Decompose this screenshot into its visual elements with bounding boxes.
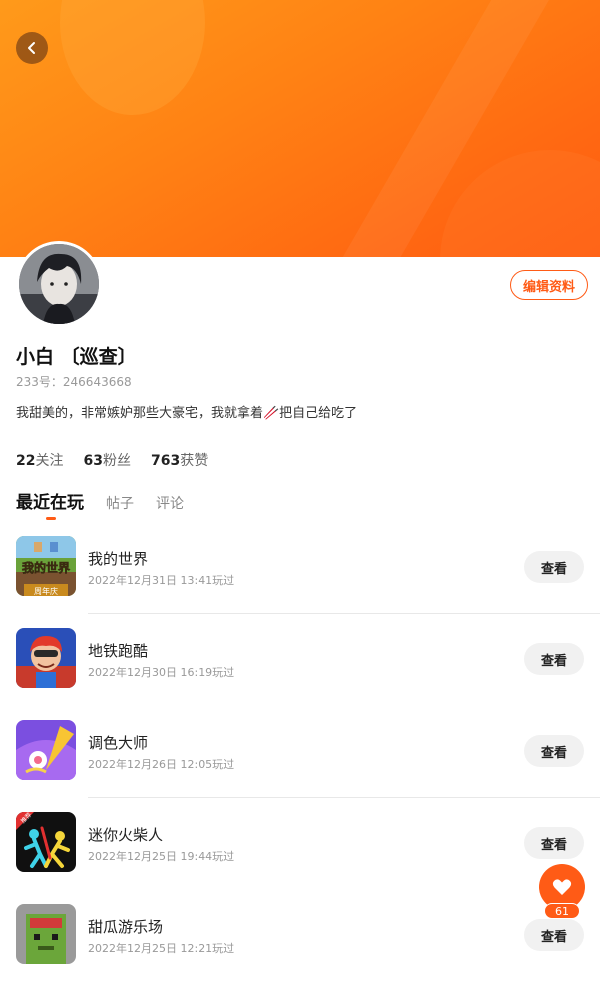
game-played-time: 2022年12月30日 16:19玩过	[88, 666, 235, 679]
tab-recently-played[interactable]: 最近在玩	[16, 488, 84, 520]
profile-tabs: 最近在玩 帖子 评论	[16, 488, 184, 520]
like-count-badge: 61	[544, 903, 580, 919]
divider	[88, 613, 600, 614]
view-button[interactable]: 查看	[524, 643, 584, 675]
view-button[interactable]: 查看	[524, 735, 584, 767]
list-item[interactable]: 地铁跑酷 2022年12月30日 16:19玩过 查看	[0, 622, 600, 714]
game-played-time: 2022年12月31日 13:41玩过	[88, 574, 235, 587]
stat-count: 63	[83, 453, 103, 469]
stat-likes[interactable]: 763获赞	[151, 450, 208, 470]
stat-label: 粉丝	[102, 453, 131, 469]
list-item[interactable]: 调色大师 2022年12月26日 12:05玩过 查看	[0, 714, 600, 806]
recent-games-list: 我的世界 周年庆 我的世界 2022年12月31日 13:41玩过 查看 地铁跑…	[0, 530, 600, 990]
stat-label: 获赞	[180, 453, 209, 469]
view-button[interactable]: 查看	[524, 827, 584, 859]
game-name: 甜瓜游乐场	[88, 918, 164, 936]
view-button[interactable]: 查看	[524, 551, 584, 583]
avatar[interactable]	[16, 241, 102, 327]
stat-count: 763	[150, 453, 181, 469]
view-button[interactable]: 查看	[524, 919, 584, 951]
back-button[interactable]	[16, 32, 48, 64]
stat-label: 关注	[35, 453, 64, 469]
stickman-icon: 推荐	[16, 812, 76, 872]
game-played-time: 2022年12月25日 19:44玩过	[88, 850, 235, 863]
username: 小白 〔巡查〕	[16, 346, 137, 368]
tab-comments[interactable]: 评论	[156, 493, 184, 513]
game-name: 调色大师	[88, 734, 149, 752]
user-id: 233号：246643668	[16, 375, 132, 389]
heart-icon	[552, 879, 572, 895]
edit-profile-button[interactable]: 编辑资料	[510, 270, 588, 300]
banner-decoration	[440, 150, 600, 257]
user-bio: 我甜美的，非常嫉妒那些大豪宅，我就拿着🥢把自己给吃了	[16, 406, 358, 421]
game-name: 地铁跑酷	[88, 642, 149, 660]
game-played-time: 2022年12月25日 12:21玩过	[88, 942, 235, 955]
banner-decoration	[60, 0, 205, 115]
profile-banner	[0, 0, 600, 257]
minecraft-icon: 我的世界 周年庆	[16, 536, 76, 596]
list-item[interactable]: 我的世界 周年庆 我的世界 2022年12月31日 13:41玩过 查看	[0, 530, 600, 622]
game-played-time: 2022年12月26日 12:05玩过	[88, 758, 235, 771]
chevron-left-icon	[28, 42, 35, 54]
avatar-image	[19, 244, 99, 324]
minecraft-icon-title: 我的世界	[22, 560, 70, 575]
stat-followers[interactable]: 63粉丝	[83, 450, 130, 470]
tab-posts[interactable]: 帖子	[106, 493, 134, 513]
game-name: 迷你火柴人	[88, 826, 164, 844]
list-item[interactable]: 推荐 迷你火柴人 2022年12月25日 19:44玩过 查看	[0, 806, 600, 898]
minecraft-icon-subtitle: 周年庆	[34, 586, 58, 596]
subway-surfers-icon	[16, 628, 76, 688]
profile-stats: 22关注 63粉丝 763获赞	[16, 450, 208, 470]
game-name: 我的世界	[88, 550, 149, 568]
color-master-icon	[16, 720, 76, 780]
divider	[88, 797, 600, 798]
melon-playground-icon	[16, 904, 76, 964]
list-item[interactable]: 甜瓜游乐场 2022年12月25日 12:21玩过 查看	[0, 898, 600, 990]
stat-following[interactable]: 22关注	[16, 450, 63, 470]
stat-count: 22	[16, 453, 36, 469]
